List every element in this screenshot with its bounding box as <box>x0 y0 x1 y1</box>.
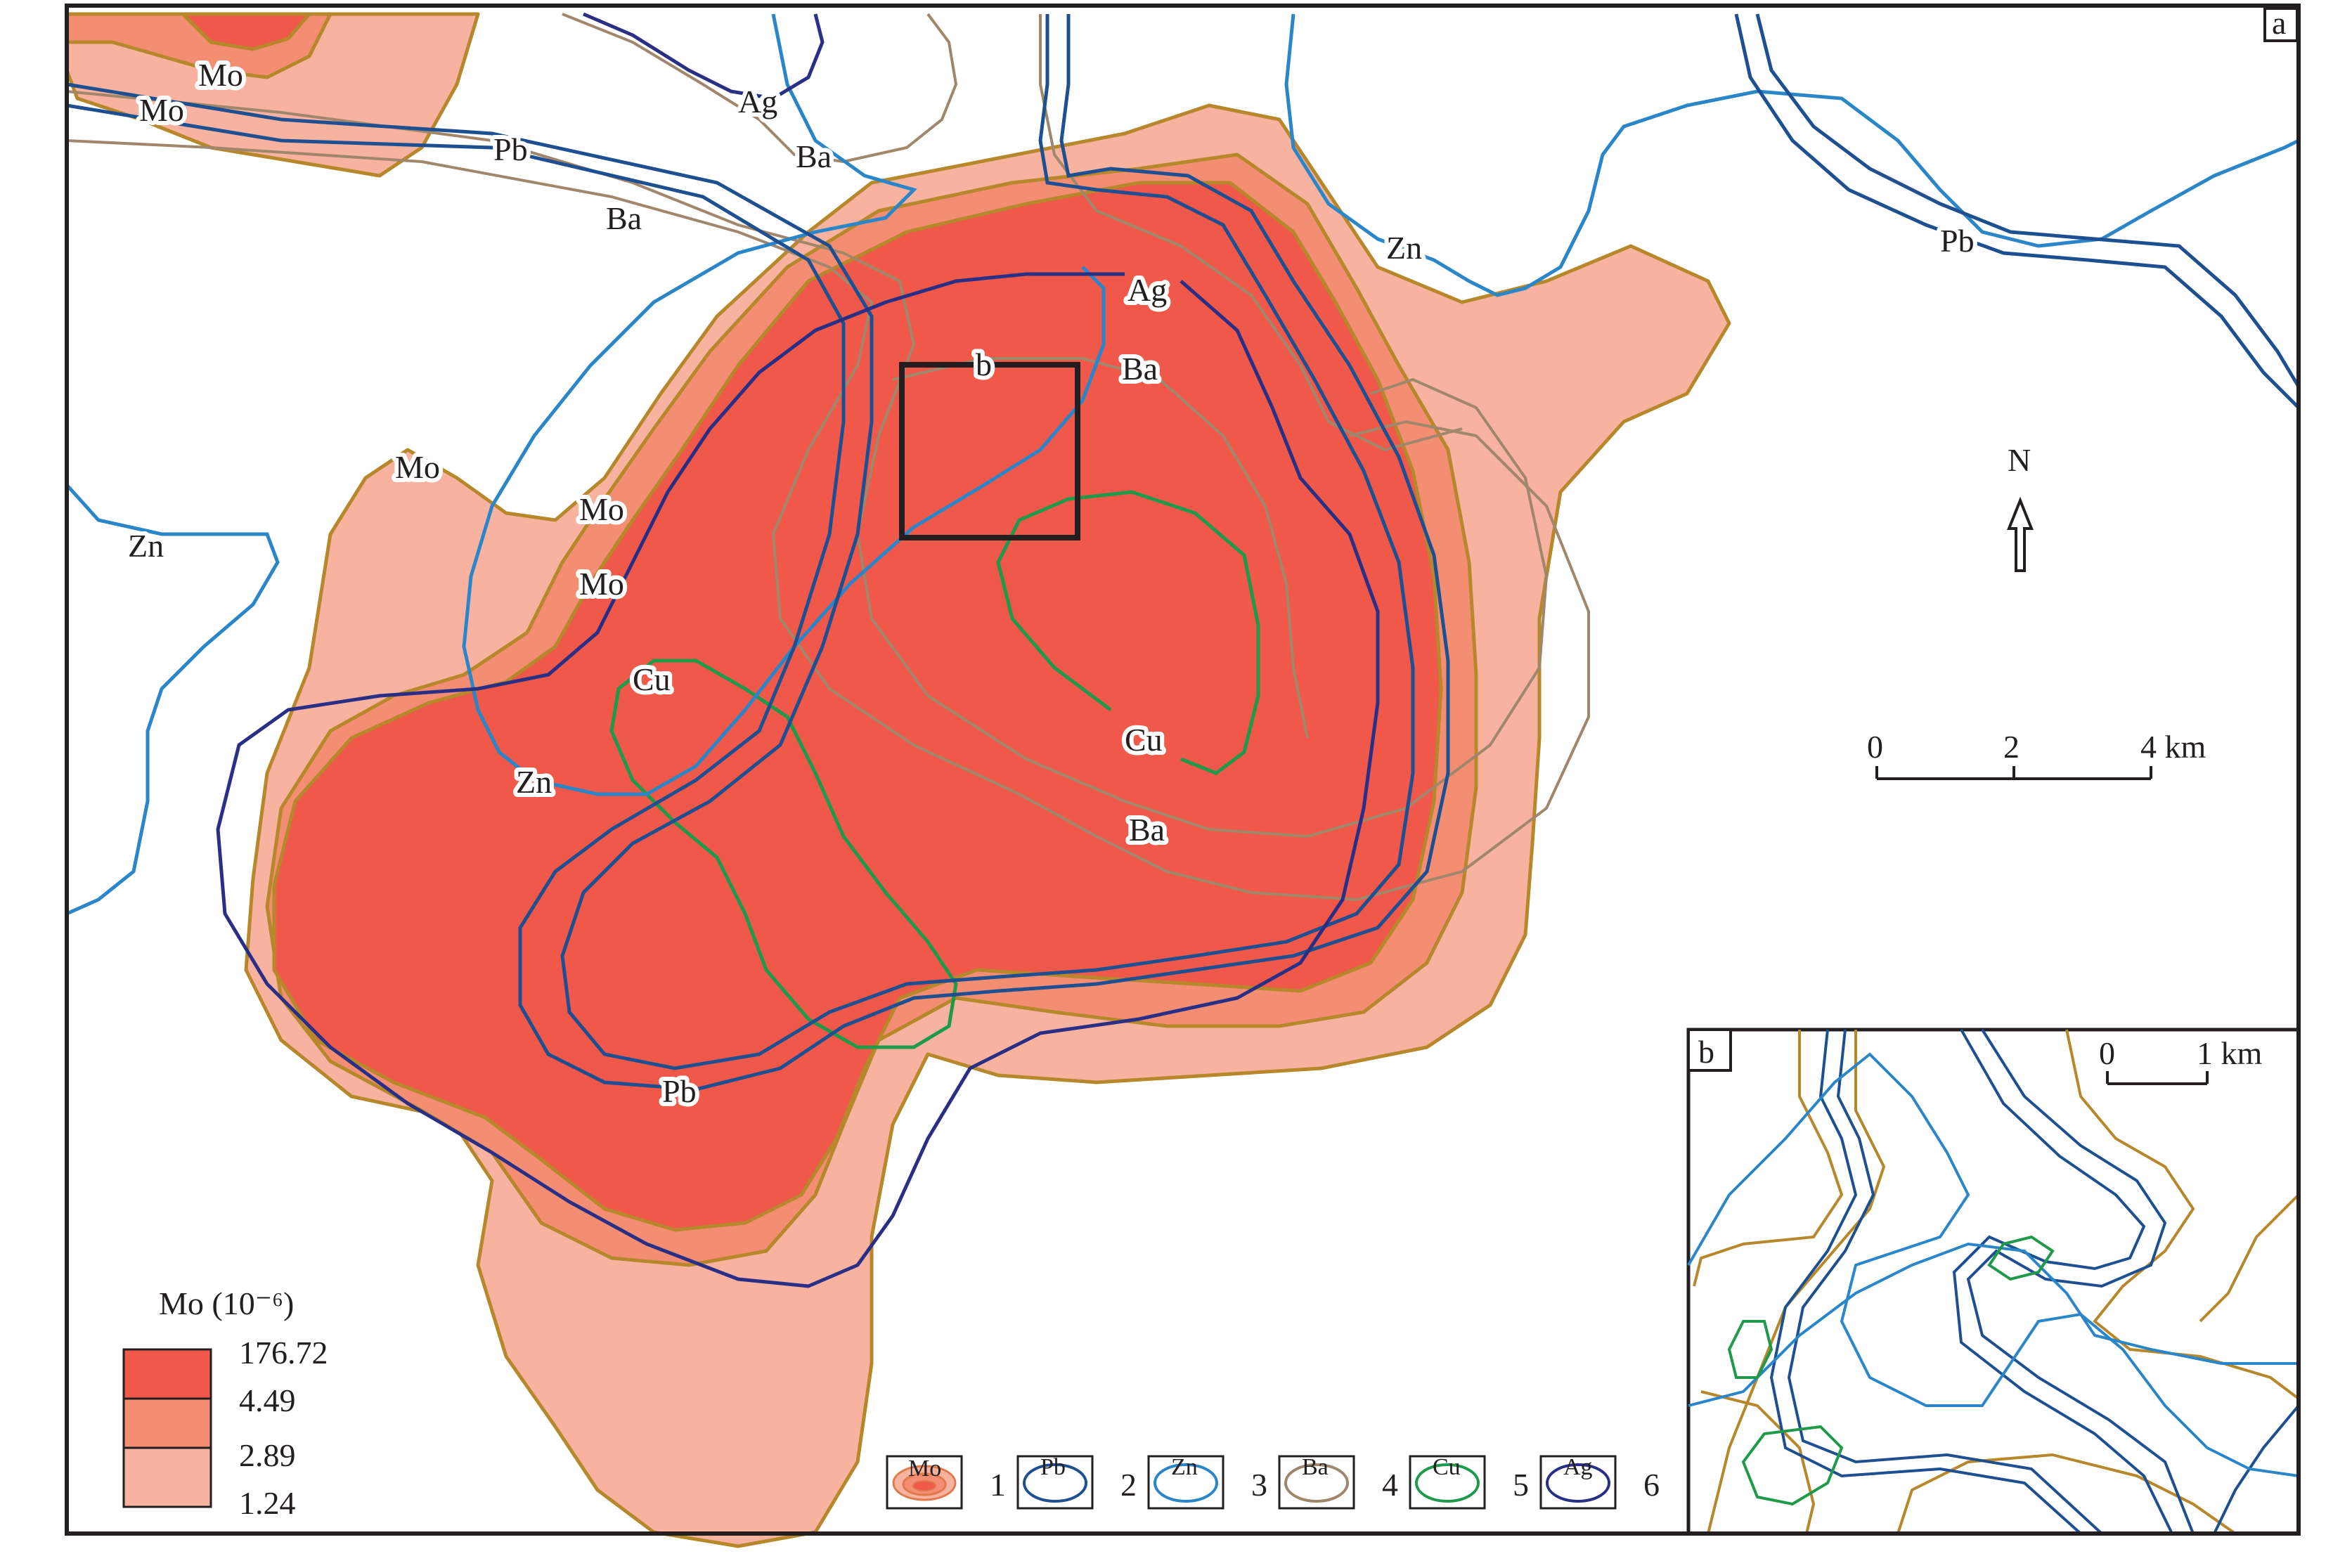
label-ba-top2: Ba <box>606 200 642 236</box>
legend-symbol-text-pb: Pb <box>1040 1454 1066 1480</box>
label-pb-bottom: Pb <box>662 1073 697 1109</box>
label-ba-center: Ba <box>1122 351 1158 387</box>
label-cu-upper: Cu <box>633 661 671 697</box>
label-mo-mid1: Mo <box>579 491 624 527</box>
legend-value-3: 1.24 <box>239 1485 296 1521</box>
legend-symbol-text-mo: Mo <box>908 1456 941 1482</box>
scale-bar-main <box>1875 766 2152 780</box>
label-mo-top2: Mo <box>139 92 184 128</box>
pb-contour-ne-1 <box>1755 13 2301 388</box>
label-cu-lower: Cu <box>1125 722 1163 758</box>
scale-main-tick-0: 0 <box>1867 729 1883 765</box>
mo-value-legend: Mo (10⁻⁶) 176.72 4.49 2.89 1.24 <box>122 1285 328 1521</box>
label-ag-top: Ag <box>738 84 777 119</box>
scale-inset-tick-1: 1 km <box>2197 1035 2263 1071</box>
panel-a-label: a <box>2272 5 2286 41</box>
label-mo-west: Mo <box>395 449 440 485</box>
label-zn-top: Zn <box>1386 230 1422 266</box>
scale-main-tick-4: 4 km <box>2140 729 2206 765</box>
legend-value-2: 2.89 <box>239 1437 296 1473</box>
label-mo-mid2: Mo <box>579 566 624 602</box>
legend-symbol-text-zn: Zn <box>1171 1454 1198 1480</box>
legend-number-3: 3 <box>1251 1467 1267 1503</box>
label-zn-left: Zn <box>128 528 164 564</box>
geochemical-anomaly-map: b Mo Mo Mo Mo Mo Pb Pb Pb Ag Ag Ba Ba Ba… <box>65 4 2301 1548</box>
legend-value-0: 176.72 <box>239 1335 328 1371</box>
label-ba-lower: Ba <box>1129 812 1165 848</box>
north-arrow-icon <box>2007 496 2034 572</box>
legend-symbol-text-ba: Ba <box>1302 1454 1329 1480</box>
label-ag-center: Ag <box>1127 272 1167 308</box>
legend-symbol-text-cu: Cu <box>1433 1454 1461 1480</box>
north-arrow: N <box>2007 442 2034 572</box>
symbol-legend: Mo 1 Pb 2 Zn 3 Ba 4 Cu 5 Ag 6 <box>886 1454 1660 1510</box>
mo-anomaly-zones <box>65 12 1731 1548</box>
legend-number-6: 6 <box>1643 1467 1660 1503</box>
label-zn-lower: Zn <box>516 764 552 800</box>
legend-number-2: 2 <box>1120 1467 1137 1503</box>
legend-number-1: 1 <box>990 1467 1006 1503</box>
scale-inset-tick-0: 0 <box>2099 1035 2115 1071</box>
pb-contour-ne-2 <box>1734 13 2300 409</box>
inset-location-box-label: b <box>976 346 992 382</box>
label-pb-right: Pb <box>1940 223 1975 259</box>
legend-value-1: 4.49 <box>239 1382 296 1418</box>
legend-number-5: 5 <box>1513 1467 1529 1503</box>
zn-contour-east <box>1284 13 2300 297</box>
north-label: N <box>2008 442 2031 478</box>
scale-main-tick-2: 2 <box>2003 729 2020 765</box>
label-ba-top1: Ba <box>796 138 832 174</box>
legend-symbol-text-ag: Ag <box>1563 1454 1593 1480</box>
zn-contour-west <box>65 484 280 916</box>
label-mo-top1: Mo <box>198 57 243 93</box>
legend-title: Mo (10⁻⁶) <box>159 1285 294 1321</box>
label-pb-top: Pb <box>493 131 528 167</box>
legend-number-4: 4 <box>1382 1467 1398 1503</box>
inset-panel-b: b 0 1 km <box>1686 1028 2301 1536</box>
inset-panel-label: b <box>1698 1034 1714 1070</box>
